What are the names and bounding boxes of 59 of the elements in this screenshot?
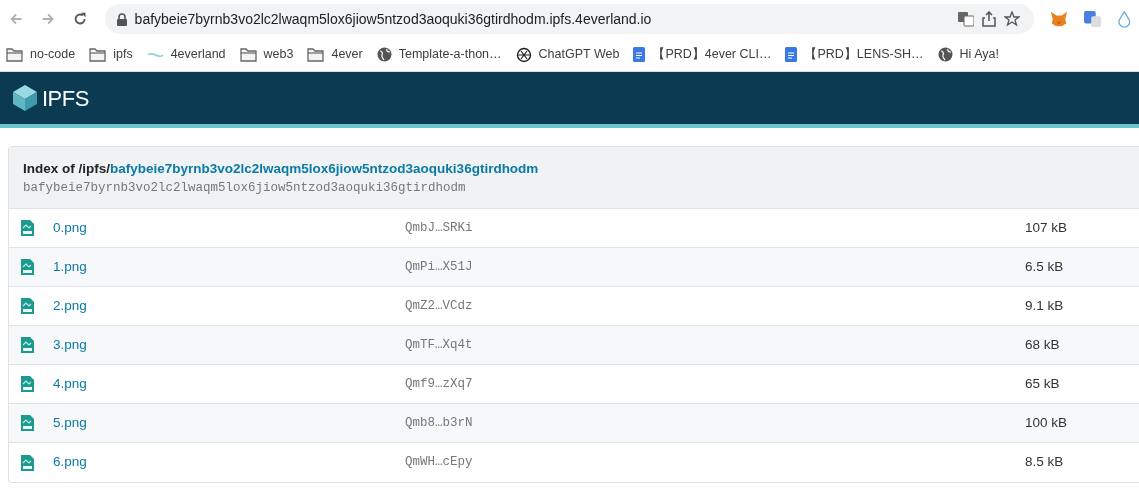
document-icon <box>785 47 798 62</box>
png-file-icon <box>21 298 34 314</box>
file-hash: QmbJ…SRKi <box>405 219 474 237</box>
folder-icon <box>239 47 257 62</box>
file-hash: Qmf9…zXq7 <box>405 375 474 393</box>
file-hash: QmWH…cEpy <box>405 454 474 472</box>
file-size: 68 kB <box>1025 335 1060 354</box>
file-link[interactable]: 6.png <box>53 452 405 473</box>
bookmark[interactable]: web3 <box>239 45 294 64</box>
file-link[interactable]: 3.png <box>53 334 405 356</box>
file-size: 107 kB <box>1025 218 1068 237</box>
address-bar[interactable]: bafybeie7byrnb3vo2lc2lwaqm5lox6jiow5ntzod3aoquki36gtirdhodm.ipfs.4everland.io <box>104 4 1035 34</box>
folder-icon <box>6 47 23 62</box>
file-link[interactable]: 5.png <box>53 412 405 434</box>
png-file-icon <box>21 220 34 236</box>
url-text: bafybeie7byrnb3vo2lc2lwaqm5lox6jiow5ntzod3aoquki36gtirdhodm.ipfs.4everland.io <box>134 9 653 29</box>
file-size: 65 kB <box>1025 374 1060 393</box>
file-size: 8.5 kB <box>1025 453 1064 472</box>
file-link[interactable]: 0.png <box>53 217 405 239</box>
folder-icon <box>89 47 107 62</box>
file-hash: QmTF…Xq4t <box>405 336 474 354</box>
bookmark[interactable]: no-code <box>6 45 76 64</box>
knot-icon <box>515 46 532 63</box>
bookmark[interactable]: Hi Aya! <box>937 45 999 64</box>
share-icon[interactable] <box>982 11 997 27</box>
png-file-icon <box>21 259 34 275</box>
lock-icon <box>116 12 127 26</box>
cube-icon <box>12 84 38 112</box>
folder-icon <box>307 47 325 62</box>
file-link[interactable]: 1.png <box>53 256 405 278</box>
logo-text: IPFS <box>42 84 89 113</box>
file-link[interactable]: 2.png <box>53 295 405 317</box>
bookmark[interactable]: 4everland <box>146 45 226 64</box>
star-icon[interactable] <box>1004 11 1021 27</box>
file-hash: QmZ2…VCdz <box>405 297 474 315</box>
file-size: 100 kB <box>1025 413 1068 432</box>
png-file-icon <box>21 376 34 392</box>
file-hash: Qmb8…b3rN <box>405 414 474 432</box>
fox-icon[interactable] <box>1050 10 1069 28</box>
file-size: 9.1 kB <box>1025 296 1064 315</box>
drop-icon[interactable] <box>1118 10 1131 28</box>
png-file-icon <box>21 454 34 471</box>
globe-icon <box>937 47 953 62</box>
bookmark[interactable]: 【PRD】4ever CLI… <box>633 45 772 64</box>
file-size: 6.5 kB <box>1025 257 1064 276</box>
file-link[interactable]: 4.png <box>53 373 405 395</box>
png-file-icon <box>21 415 34 431</box>
bookmark[interactable]: 【PRD】LENS-SH… <box>785 45 924 64</box>
cid-link[interactable]: bafybeie7byrnb3vo2lc2lwaqm5lox6jiow5ntzod3aoquki36gtirdhodm <box>110 161 539 176</box>
index-title: Index of /ipfs/bafybeie7byrnb3vo2lc2lwaqm5lox6jiow5ntzod3aoquki36gtirdhodm <box>23 160 540 178</box>
bookmark[interactable]: 4ever <box>307 45 363 64</box>
globe-icon <box>376 47 392 62</box>
file-hash: QmPi…X51J <box>405 258 474 276</box>
bookmark[interactable]: Template-a-thon… <box>376 45 502 64</box>
bookmark[interactable]: ChatGPT Web <box>515 45 620 64</box>
bookmark[interactable]: ipfs <box>89 45 133 64</box>
cid-text: bafybeie7byrnb3vo2lc2lwaqm5lox6jiow5ntzod3aoquki36gtirdhodm <box>23 180 467 198</box>
document-icon <box>633 47 646 62</box>
png-file-icon <box>21 337 34 353</box>
